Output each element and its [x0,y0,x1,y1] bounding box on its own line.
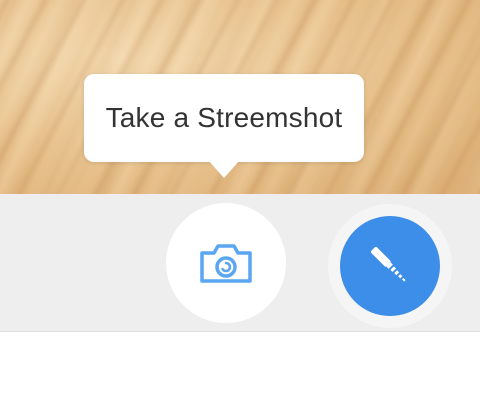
app-viewport: Take a Streemshot [0,0,480,416]
annotate-button[interactable] [340,216,440,316]
pen-icon [371,247,406,282]
tooltip-arrow [208,160,240,178]
toolbar-divider [0,331,480,332]
streemshot-tooltip: Take a Streemshot [84,74,364,162]
camera-icon [200,244,252,283]
tooltip-text: Take a Streemshot [105,102,343,133]
take-streemshot-button[interactable] [166,203,286,323]
